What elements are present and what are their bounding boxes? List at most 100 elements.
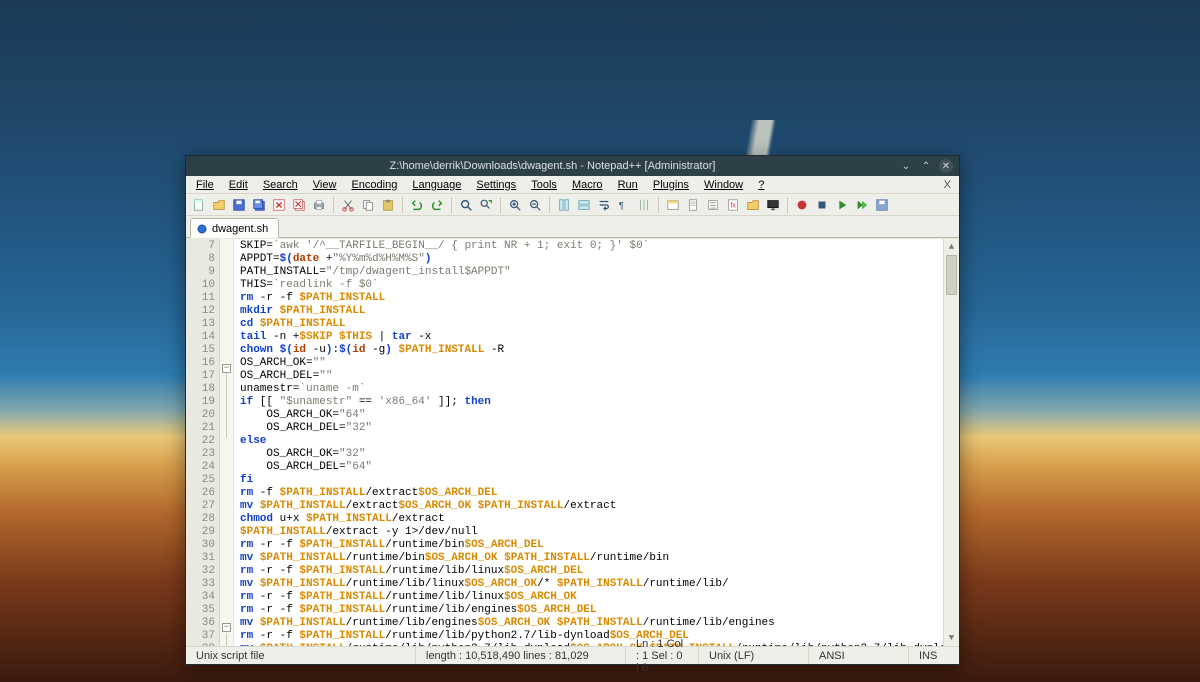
menu-search[interactable]: Search <box>257 177 304 193</box>
code-line[interactable]: PATH_INSTALL="/tmp/dwagent_install$APPDT… <box>240 266 937 279</box>
menu-settings[interactable]: Settings <box>470 177 522 193</box>
save-macro-icon[interactable] <box>873 196 891 214</box>
play-macro-icon[interactable] <box>833 196 851 214</box>
udl-icon[interactable] <box>664 196 682 214</box>
menu-file[interactable]: File <box>190 177 220 193</box>
code-line[interactable]: rm -r -f $PATH_INSTALL/runtime/lib/linux… <box>240 591 937 604</box>
code-line[interactable]: mv $PATH_INSTALL/runtime/lib/engines$OS_… <box>240 617 937 630</box>
line-number: 18 <box>186 383 215 396</box>
show-all-chars-icon[interactable]: ¶ <box>615 196 633 214</box>
code-line[interactable]: else <box>240 435 937 448</box>
status-bar: Unix script file length : 10,518,490 lin… <box>186 646 959 664</box>
code-line[interactable]: rm -r -f $PATH_INSTALL/runtime/bin$OS_AR… <box>240 539 937 552</box>
window-titlebar[interactable]: Z:\home\derrik\Downloads\dwagent.sh - No… <box>186 156 959 176</box>
document-tabbar: dwagent.sh <box>186 216 959 238</box>
scroll-thumb[interactable] <box>946 255 957 295</box>
code-line[interactable]: THIS=`readlink -f $0` <box>240 279 937 292</box>
code-line[interactable]: OS_ARCH_DEL="" <box>240 370 937 383</box>
doc-list-icon[interactable] <box>704 196 722 214</box>
code-line[interactable]: chown $(id -u):$(id -g) $PATH_INSTALL -R <box>240 344 937 357</box>
menu-view[interactable]: View <box>307 177 343 193</box>
redo-icon[interactable] <box>428 196 446 214</box>
code-line[interactable]: rm -r -f $PATH_INSTALL <box>240 292 937 305</box>
line-number: 26 <box>186 487 215 500</box>
menu-run[interactable]: Run <box>612 177 644 193</box>
sync-v-icon[interactable] <box>555 196 573 214</box>
menu-plugins[interactable]: Plugins <box>647 177 695 193</box>
code-line[interactable]: mv $PATH_INSTALL/runtime/bin$OS_ARCH_OK … <box>240 552 937 565</box>
stop-macro-icon[interactable] <box>813 196 831 214</box>
code-line[interactable]: rm -r -f $PATH_INSTALL/runtime/lib/linux… <box>240 565 937 578</box>
code-line[interactable]: OS_ARCH_OK="64" <box>240 409 937 422</box>
code-line[interactable]: rm -r -f $PATH_INSTALL/runtime/lib/engin… <box>240 604 937 617</box>
code-line[interactable]: OS_ARCH_DEL="32" <box>240 422 937 435</box>
code-line[interactable]: mv $PATH_INSTALL/extract$OS_ARCH_OK $PAT… <box>240 500 937 513</box>
open-file-icon[interactable] <box>210 196 228 214</box>
fold-cell <box>220 399 233 412</box>
monitor-icon[interactable] <box>764 196 782 214</box>
tab-dwagent[interactable]: dwagent.sh <box>190 218 279 238</box>
code-line[interactable]: $PATH_INSTALL/extract -y 1>/dev/null <box>240 526 937 539</box>
fold-toggle-icon[interactable]: − <box>222 623 231 632</box>
menu-encoding[interactable]: Encoding <box>345 177 403 193</box>
menu-macro[interactable]: Macro <box>566 177 609 193</box>
folder-workspace-icon[interactable] <box>744 196 762 214</box>
copy-icon[interactable] <box>359 196 377 214</box>
code-line[interactable]: tail -n +$SKIP $THIS | tar -x <box>240 331 937 344</box>
vertical-scrollbar[interactable]: ▲ ▼ <box>943 239 959 646</box>
close-icon[interactable]: ✕ <box>939 159 953 173</box>
wrap-icon[interactable] <box>595 196 613 214</box>
save-all-icon[interactable] <box>250 196 268 214</box>
status-eol[interactable]: Unix (LF) <box>699 647 809 664</box>
find-icon[interactable] <box>457 196 475 214</box>
code-line[interactable]: SKIP=`awk '/^__TARFILE_BEGIN__/ { print … <box>240 240 937 253</box>
indent-guide-icon[interactable] <box>635 196 653 214</box>
zoom-in-icon[interactable] <box>506 196 524 214</box>
play-multi-icon[interactable] <box>853 196 871 214</box>
close-file-icon[interactable] <box>270 196 288 214</box>
menu-help[interactable]: ? <box>752 177 770 193</box>
scroll-up-icon[interactable]: ▲ <box>944 239 959 255</box>
code-line[interactable]: unamestr=`uname -m` <box>240 383 937 396</box>
undo-icon[interactable] <box>408 196 426 214</box>
paste-icon[interactable] <box>379 196 397 214</box>
minimize-icon[interactable]: ⌄ <box>899 159 913 173</box>
close-all-icon[interactable] <box>290 196 308 214</box>
cut-icon[interactable] <box>339 196 357 214</box>
code-line[interactable]: OS_ARCH_DEL="64" <box>240 461 937 474</box>
code-line[interactable]: OS_ARCH_OK="" <box>240 357 937 370</box>
window-title: Z:\home\derrik\Downloads\dwagent.sh - No… <box>206 160 899 172</box>
replace-icon[interactable] <box>477 196 495 214</box>
scroll-down-icon[interactable]: ▼ <box>944 630 959 646</box>
sync-h-icon[interactable] <box>575 196 593 214</box>
code-view[interactable]: SKIP=`awk '/^__TARFILE_BEGIN__/ { print … <box>234 239 943 646</box>
status-ins[interactable]: INS <box>909 647 959 664</box>
record-macro-icon[interactable] <box>793 196 811 214</box>
code-line[interactable]: APPDT=$(date +"%Y%m%d%H%M%S") <box>240 253 937 266</box>
zoom-out-icon[interactable] <box>526 196 544 214</box>
new-file-icon[interactable] <box>190 196 208 214</box>
code-line[interactable]: OS_ARCH_OK="32" <box>240 448 937 461</box>
code-line[interactable]: chmod u+x $PATH_INSTALL/extract <box>240 513 937 526</box>
code-line[interactable]: mkdir $PATH_INSTALL <box>240 305 937 318</box>
doc-map-icon[interactable] <box>684 196 702 214</box>
code-line[interactable]: rm -r -f $PATH_INSTALL/runtime/lib/pytho… <box>240 630 937 643</box>
code-line[interactable]: cd $PATH_INSTALL <box>240 318 937 331</box>
maximize-icon[interactable]: ⌃ <box>919 159 933 173</box>
mdi-close-icon[interactable]: X <box>940 179 955 191</box>
fold-toggle-icon[interactable]: − <box>222 364 231 373</box>
status-encoding[interactable]: ANSI <box>809 647 909 664</box>
code-line[interactable]: rm -f $PATH_INSTALL/extract$OS_ARCH_DEL <box>240 487 937 500</box>
code-line[interactable]: if [[ "$unamestr" == 'x86_64' ]]; then <box>240 396 937 409</box>
save-icon[interactable] <box>230 196 248 214</box>
print-icon[interactable] <box>310 196 328 214</box>
code-line[interactable]: mv $PATH_INSTALL/runtime/lib/linux$OS_AR… <box>240 578 937 591</box>
menu-tools[interactable]: Tools <box>525 177 563 193</box>
fold-cell <box>220 490 233 500</box>
menu-window[interactable]: Window <box>698 177 749 193</box>
func-list-icon[interactable]: fx <box>724 196 742 214</box>
menu-language[interactable]: Language <box>406 177 467 193</box>
menu-edit[interactable]: Edit <box>223 177 254 193</box>
code-line[interactable]: fi <box>240 474 937 487</box>
line-number: 13 <box>186 318 215 331</box>
